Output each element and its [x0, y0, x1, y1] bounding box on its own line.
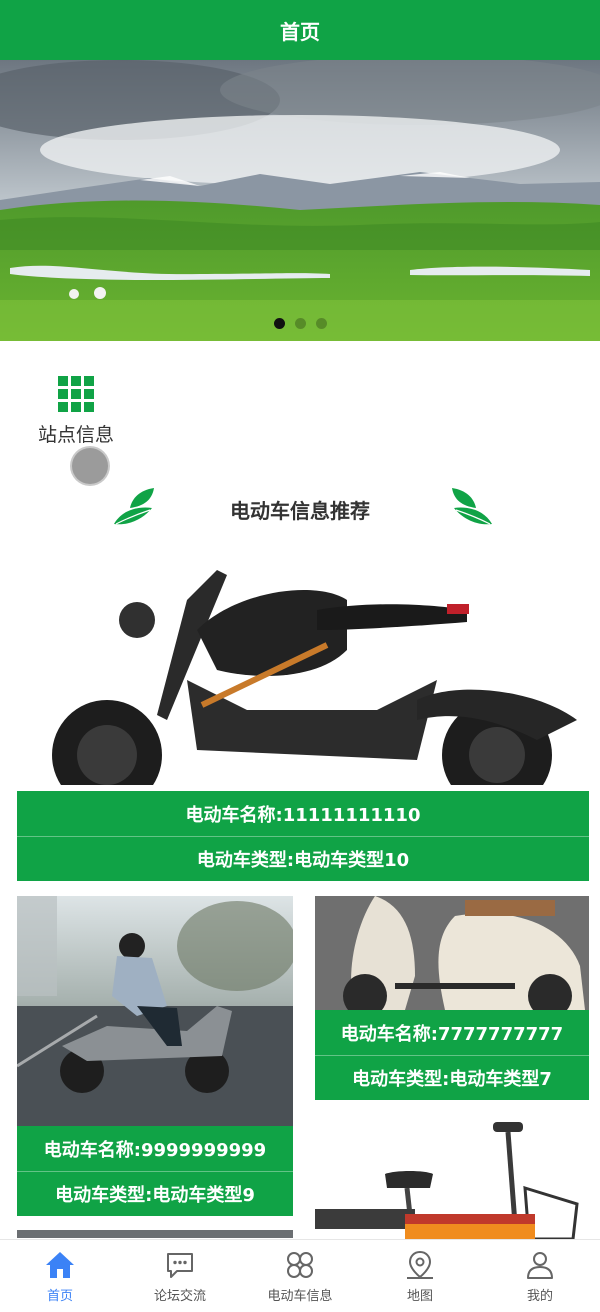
user-icon [524, 1249, 556, 1281]
page-title: 首页 [280, 19, 320, 44]
section-title: 电动车信息推荐 [230, 498, 370, 523]
vehicle-type: 电动车类型:电动车类型7 [315, 1055, 589, 1100]
tab-map[interactable]: 地图 [360, 1240, 480, 1312]
tab-label: 论坛交流 [153, 1288, 206, 1304]
leaf-left-icon [114, 488, 154, 525]
vehicle-name: 电动车名称:11111111110 [17, 791, 589, 836]
vehicle-card[interactable]: 电动车名称:9999999999 电动车类型:电动车类型9 [17, 896, 293, 1216]
vehicle-image [17, 896, 293, 1126]
leaf-right-icon [452, 488, 492, 525]
vehicle-name: 电动车名称:7777777777 [315, 1010, 589, 1055]
home-icon [44, 1249, 76, 1281]
banner-carousel[interactable] [0, 60, 600, 341]
vehicle-type: 电动车类型:电动车类型9 [17, 1171, 293, 1216]
tab-vehicle-info[interactable]: 电动车信息 [240, 1240, 360, 1312]
banner-image [0, 60, 600, 341]
tab-label: 首页 [46, 1288, 73, 1304]
vehicle-card[interactable]: 电动车名称:7777777777 电动车类型:电动车类型7 [315, 896, 589, 1100]
grid-icon [58, 376, 94, 412]
vehicle-image [315, 896, 589, 1010]
vehicle-image [17, 560, 589, 791]
vehicle-type: 电动车类型:电动车类型10 [17, 836, 589, 881]
app-header: 首页 [0, 0, 600, 60]
tab-forum[interactable]: 论坛交流 [120, 1240, 240, 1312]
carousel-dot-1[interactable] [273, 318, 285, 329]
bottom-tab-bar: 首页 论坛交流 电动车信息 地图 我的 [0, 1239, 600, 1312]
recommend-section-header: 电动车信息推荐 [0, 484, 600, 534]
carousel-dot-3[interactable] [315, 318, 327, 329]
vehicle-image [315, 1114, 589, 1239]
clover-icon [284, 1249, 316, 1281]
carousel-dot-2[interactable] [294, 318, 306, 329]
loading-indicator [72, 448, 108, 484]
tab-label: 地图 [406, 1288, 433, 1304]
vehicle-card[interactable]: 电动车名称:11111111110 电动车类型:电动车类型10 [17, 560, 589, 881]
vehicle-card[interactable] [315, 1114, 589, 1239]
site-info-shortcut[interactable]: 站点信息 [28, 374, 124, 447]
carousel-indicators [0, 318, 600, 329]
tab-label: 我的 [526, 1288, 553, 1304]
site-info-label: 站点信息 [37, 424, 114, 446]
vehicle-name: 电动车名称:9999999999 [17, 1126, 293, 1171]
chat-icon [164, 1249, 196, 1281]
map-pin-icon [404, 1249, 436, 1281]
tab-mine[interactable]: 我的 [480, 1240, 600, 1312]
tab-label: 电动车信息 [267, 1288, 333, 1304]
tab-home[interactable]: 首页 [0, 1240, 120, 1312]
